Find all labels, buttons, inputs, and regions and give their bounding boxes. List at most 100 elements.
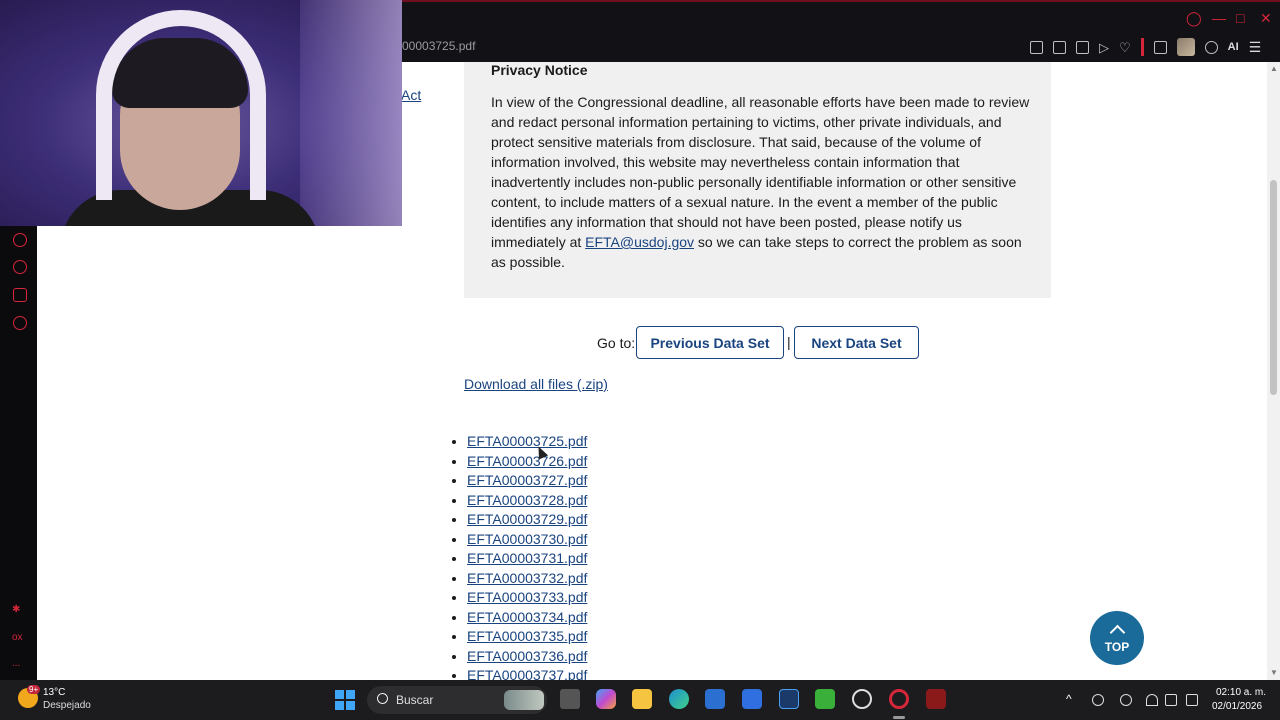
top-label: TOP: [1104, 639, 1130, 654]
list-item: EFTA00003733.pdf: [467, 588, 587, 608]
menu-icon[interactable]: ☰: [1249, 39, 1262, 56]
list-item: EFTA00003732.pdf: [467, 569, 587, 589]
search-highlight-image: [504, 690, 544, 710]
file-link[interactable]: EFTA00003728.pdf: [467, 492, 587, 508]
play-icon[interactable]: ▷: [1099, 41, 1109, 54]
email-link[interactable]: EFTA@usdoj.gov: [585, 234, 694, 250]
tray-app-icon[interactable]: [1092, 694, 1104, 706]
file-list: EFTA00003725.pdf EFTA00003726.pdf EFTA0000…: [451, 432, 587, 680]
task-view-icon[interactable]: [560, 689, 580, 709]
clock-time[interactable]: 02:10 a. m.: [1216, 687, 1266, 698]
copilot-icon[interactable]: [596, 689, 616, 709]
windows-taskbar: 9+ 13°C Despejado Buscar ^ 02:10 a. m. 0…: [0, 680, 1280, 720]
close-icon[interactable]: ✕: [1260, 10, 1272, 27]
file-link[interactable]: EFTA00003729.pdf: [467, 511, 587, 527]
toolbar-icons: ▷ ♡ AI ☰: [1030, 38, 1261, 56]
list-item: EFTA00003725.pdf: [467, 432, 587, 452]
list-item: EFTA00003728.pdf: [467, 491, 587, 511]
file-link[interactable]: EFTA00003737.pdf: [467, 667, 587, 680]
app-red-icon[interactable]: [926, 689, 946, 709]
list-item: EFTA00003726.pdf: [467, 452, 587, 472]
act-link[interactable]: Act: [401, 87, 421, 103]
app-icon[interactable]: [779, 689, 799, 709]
snapshot-icon[interactable]: [1053, 40, 1066, 54]
sidebar-more-icon[interactable]: ...: [12, 658, 20, 669]
scroll-up-icon[interactable]: ▲: [1270, 64, 1278, 73]
scrollbar-thumb[interactable]: [1270, 180, 1277, 395]
minimize-icon[interactable]: —: [1212, 10, 1226, 26]
file-link[interactable]: EFTA00003725.pdf: [467, 433, 587, 449]
file-link[interactable]: EFTA00003735.pdf: [467, 628, 587, 644]
file-link[interactable]: EFTA00003726.pdf: [467, 453, 587, 469]
volume-icon[interactable]: [1165, 694, 1177, 706]
list-item: EFTA00003734.pdf: [467, 608, 587, 628]
settings-icon[interactable]: [13, 316, 27, 330]
page-scrollbar[interactable]: ▲ ▼: [1267, 62, 1280, 680]
privacy-notice: Privacy Notice In view of the Congressio…: [464, 62, 1051, 298]
windows-start-icon[interactable]: [335, 690, 355, 710]
tab-title[interactable]: 00003725.pdf: [402, 39, 475, 53]
extensions-icon[interactable]: [13, 288, 27, 302]
file-link[interactable]: EFTA00003727.pdf: [467, 472, 587, 488]
webcam-overlay: [0, 0, 402, 226]
history-icon[interactable]: [13, 260, 27, 274]
wifi-icon[interactable]: [1146, 694, 1158, 706]
sidebar-ox-label[interactable]: ox: [12, 632, 23, 643]
opera-gx-icon[interactable]: [889, 689, 909, 709]
list-item: EFTA00003737.pdf: [467, 666, 587, 680]
goto-label: Go to:: [597, 335, 636, 351]
file-link[interactable]: EFTA00003734.pdf: [467, 609, 587, 625]
chatgpt-icon[interactable]: [852, 689, 872, 709]
list-item: EFTA00003736.pdf: [467, 647, 587, 667]
download-icon[interactable]: [1204, 40, 1218, 54]
dropbox-icon[interactable]: [742, 689, 762, 709]
opera-active-indicator: [893, 716, 905, 719]
pin-sidebar-icon[interactable]: ✱: [12, 604, 20, 615]
adblock-icon[interactable]: [1076, 40, 1089, 54]
taskbar-search[interactable]: Buscar: [367, 686, 547, 714]
maximize-icon[interactable]: □: [1236, 10, 1244, 26]
list-item: EFTA00003727.pdf: [467, 471, 587, 491]
ai-button[interactable]: AI: [1228, 41, 1239, 53]
next-data-set-button[interactable]: Next Data Set: [794, 326, 919, 359]
download-all-link[interactable]: Download all files (.zip): [464, 376, 608, 392]
weather-temp[interactable]: 13°C: [43, 687, 65, 698]
file-link[interactable]: EFTA00003736.pdf: [467, 648, 587, 664]
notice-text-before: In view of the Congressional deadline, a…: [491, 94, 1030, 250]
list-item: EFTA00003729.pdf: [467, 510, 587, 530]
file-link[interactable]: EFTA00003732.pdf: [467, 570, 587, 586]
microphone-icon[interactable]: [1120, 694, 1132, 706]
tab-accent-line: [402, 0, 1280, 2]
back-to-top-button[interactable]: TOP: [1090, 611, 1144, 665]
weather-desc[interactable]: Despejado: [43, 700, 91, 711]
toolbar-separator: [1140, 38, 1144, 56]
list-item: EFTA00003735.pdf: [467, 627, 587, 647]
search-label: Buscar: [396, 693, 434, 707]
minecraft-icon[interactable]: [815, 689, 835, 709]
tray-chevron-icon[interactable]: ^: [1066, 692, 1072, 706]
pin-icon[interactable]: [1030, 40, 1043, 54]
notice-title: Privacy Notice: [491, 62, 588, 78]
notice-body: In view of the Congressional deadline, a…: [491, 92, 1031, 272]
previous-data-set-button[interactable]: Previous Data Set: [636, 326, 784, 359]
file-link[interactable]: EFTA00003731.pdf: [467, 550, 587, 566]
extensions-icon[interactable]: [1153, 40, 1167, 54]
clock-date[interactable]: 02/01/2026: [1212, 701, 1262, 712]
list-item: EFTA00003731.pdf: [467, 549, 587, 569]
store-icon[interactable]: [705, 689, 725, 709]
file-explorer-icon[interactable]: [632, 689, 652, 709]
webcam-headphones: [96, 10, 266, 200]
battery-icon[interactable]: [1186, 694, 1198, 706]
chevron-up-icon: [1109, 624, 1125, 640]
edge-icon[interactable]: [669, 689, 689, 709]
webcam-light: [300, 0, 402, 226]
file-link[interactable]: EFTA00003733.pdf: [467, 589, 587, 605]
button-separator: |: [787, 334, 791, 350]
file-link[interactable]: EFTA00003730.pdf: [467, 531, 587, 547]
scroll-down-icon[interactable]: ▼: [1270, 668, 1278, 677]
profile-avatar[interactable]: [1176, 38, 1195, 56]
search-icon[interactable]: ◯: [1186, 10, 1202, 27]
screen: 00003725.pdf ◯ — □ ✕ ▷ ♡ AI ☰ ✱ ox ... A…: [0, 0, 1280, 720]
player-icon[interactable]: [13, 233, 27, 247]
heart-icon[interactable]: ♡: [1119, 41, 1131, 54]
